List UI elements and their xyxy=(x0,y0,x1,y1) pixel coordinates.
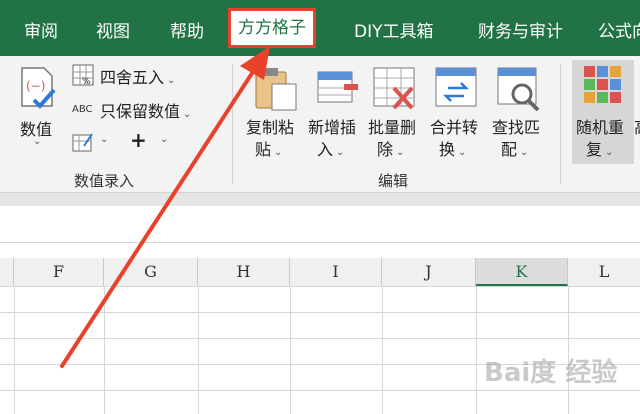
baidu-watermark: Bai度 经验 xyxy=(484,358,618,388)
